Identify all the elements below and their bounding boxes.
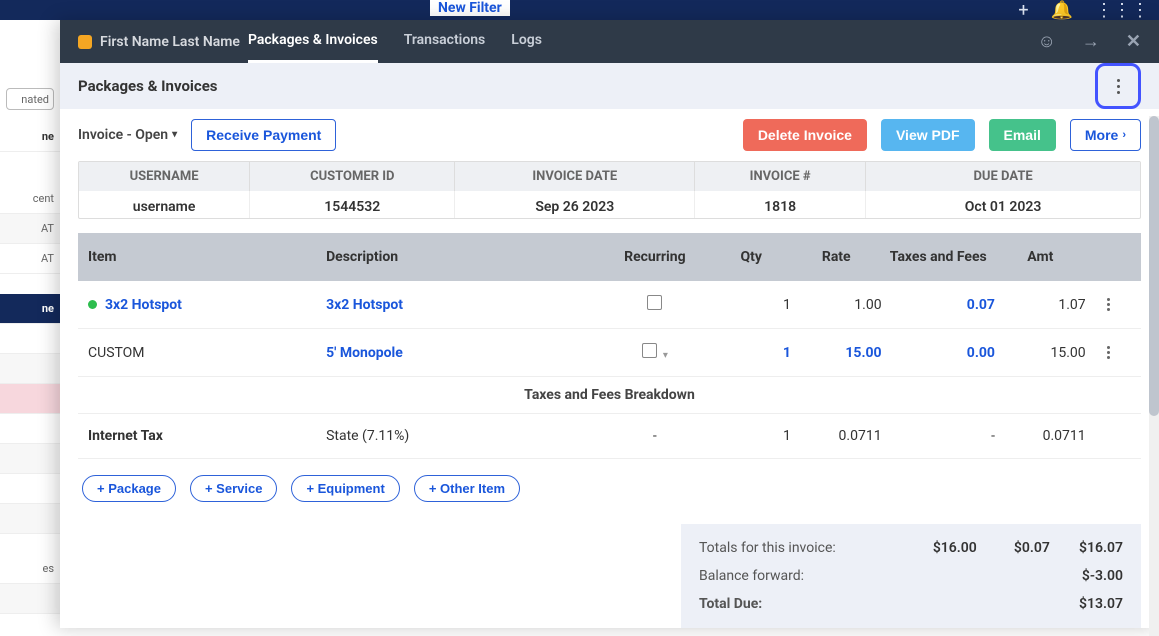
delete-invoice-button[interactable]: Delete Invoice (743, 119, 867, 151)
totals-tax: $0.07 (977, 540, 1050, 556)
invoice-no-value: 1818 (695, 191, 866, 219)
customer-name[interactable]: First Name Last Name (100, 34, 240, 50)
col-invoice-no: INVOICE # (695, 162, 866, 191)
col-item: Item (88, 249, 326, 265)
line-item-row: CUSTOM 5' Monopole ▾ 1 15.00 0.00 15.00 (78, 329, 1141, 377)
add-other-item-button[interactable]: + Other Item (414, 475, 520, 502)
col-customer-id: CUSTOMER ID (250, 162, 455, 191)
invoice-status-dropdown[interactable]: Invoice - Open▾ (78, 127, 177, 143)
qty-value: 1 (712, 297, 791, 313)
rate-link[interactable]: 15.00 (791, 345, 882, 361)
rate-value: 1.00 (791, 297, 882, 313)
recurring-checkbox[interactable] (647, 295, 662, 310)
tax-desc: State (7.11%) (326, 428, 598, 444)
item-label: CUSTOM (88, 345, 326, 361)
email-button[interactable]: Email (989, 119, 1056, 151)
tax-tax: - (882, 428, 995, 444)
tax-row: Internet Tax State (7.11%) - 1 0.0711 - … (78, 414, 1141, 459)
col-taxes-fees: Taxes and Fees (882, 249, 995, 265)
chevron-down-icon[interactable]: ▾ (663, 350, 668, 361)
bg-pill: nated (6, 88, 54, 110)
line-items-table: Item Description Recurring Qty Rate Taxe… (78, 233, 1141, 459)
tax-qty: 1 (712, 428, 791, 444)
due-date-value: Oct 01 2023 (866, 191, 1140, 219)
total-due-value: $13.07 (1050, 596, 1123, 612)
col-qty: Qty (712, 249, 791, 265)
balance-label: Balance forward: (699, 568, 904, 584)
balance-value: $-3.00 (1050, 568, 1123, 584)
tax-amt: 0.0711 (995, 428, 1086, 444)
forward-icon[interactable]: → (1082, 31, 1100, 52)
receive-payment-button[interactable]: Receive Payment (191, 119, 336, 151)
add-equipment-button[interactable]: + Equipment (291, 475, 399, 502)
new-filter-button[interactable]: New Filter (430, 0, 510, 16)
add-package-button[interactable]: + Package (82, 475, 176, 502)
row-kebab-menu[interactable] (1086, 298, 1131, 311)
line-item-row: 3x2 Hotspot 3x2 Hotspot 1 1.00 0.07 1.07 (78, 281, 1141, 329)
amt-value: 15.00 (995, 345, 1086, 361)
item-link[interactable]: 3x2 Hotspot (105, 297, 182, 313)
page-title: Packages & Invoices (78, 77, 218, 95)
total-due-label: Total Due: (699, 596, 904, 612)
kebab-icon (1117, 79, 1120, 94)
row-kebab-menu[interactable] (1086, 346, 1131, 359)
more-button[interactable]: More› (1070, 119, 1141, 151)
breakdown-header: Taxes and Fees Breakdown (78, 377, 1141, 414)
invoice-date-value: Sep 26 2023 (455, 191, 695, 219)
bell-icon[interactable]: 🔔 (1051, 0, 1073, 21)
username-link[interactable]: username (79, 191, 250, 219)
scroll-thumb[interactable] (1149, 116, 1159, 416)
col-due-date: DUE DATE (866, 162, 1140, 191)
add-icon[interactable]: + (1018, 0, 1028, 21)
background-list: nated ne cent AT AT ne es (0, 20, 60, 628)
totals-total: $16.07 (1050, 540, 1123, 556)
qty-link[interactable]: 1 (712, 345, 791, 361)
description-link[interactable]: 5' Monopole (326, 345, 598, 361)
col-invoice-date: INVOICE DATE (455, 162, 695, 191)
scrollbar[interactable] (1149, 116, 1159, 636)
description-link[interactable]: 3x2 Hotspot (326, 297, 598, 313)
status-dot (88, 300, 97, 309)
tax-recurring: - (598, 428, 711, 444)
view-pdf-button[interactable]: View PDF (881, 119, 975, 151)
chevron-down-icon: ▾ (172, 129, 177, 140)
add-service-button[interactable]: + Service (190, 475, 277, 502)
apps-icon[interactable]: ⋮⋮⋮ (1095, 0, 1149, 21)
page-kebab-menu[interactable] (1095, 63, 1141, 109)
tax-link[interactable]: 0.07 (882, 297, 995, 313)
amt-value: 1.07 (995, 297, 1086, 313)
tab-logs[interactable]: Logs (511, 20, 542, 63)
totals-label: Totals for this invoice: (699, 540, 904, 556)
invoice-info-table: USERNAME CUSTOMER ID INVOICE DATE INVOIC… (78, 161, 1141, 219)
col-rate: Rate (791, 249, 882, 265)
totals-sub: $16.00 (904, 540, 977, 556)
tax-item-label: Internet Tax (88, 428, 326, 444)
col-description: Description (326, 249, 598, 265)
user-icon (78, 35, 92, 49)
recurring-checkbox[interactable] (642, 343, 657, 358)
tax-rate: 0.0711 (791, 428, 882, 444)
tab-packages-invoices[interactable]: Packages & Invoices (248, 20, 378, 63)
chevron-right-icon: › (1122, 129, 1126, 141)
tab-transactions[interactable]: Transactions (404, 20, 486, 63)
col-recurring: Recurring (598, 249, 711, 265)
customer-id-value: 1544532 (250, 191, 455, 219)
tax-link[interactable]: 0.00 (882, 345, 995, 361)
col-username: USERNAME (79, 162, 250, 191)
totals-panel: Totals for this invoice: $16.00 $0.07 $1… (681, 524, 1141, 628)
close-icon[interactable]: ✕ (1126, 31, 1141, 52)
smile-icon[interactable]: ☺ (1038, 31, 1056, 52)
col-amt: Amt (995, 249, 1086, 265)
